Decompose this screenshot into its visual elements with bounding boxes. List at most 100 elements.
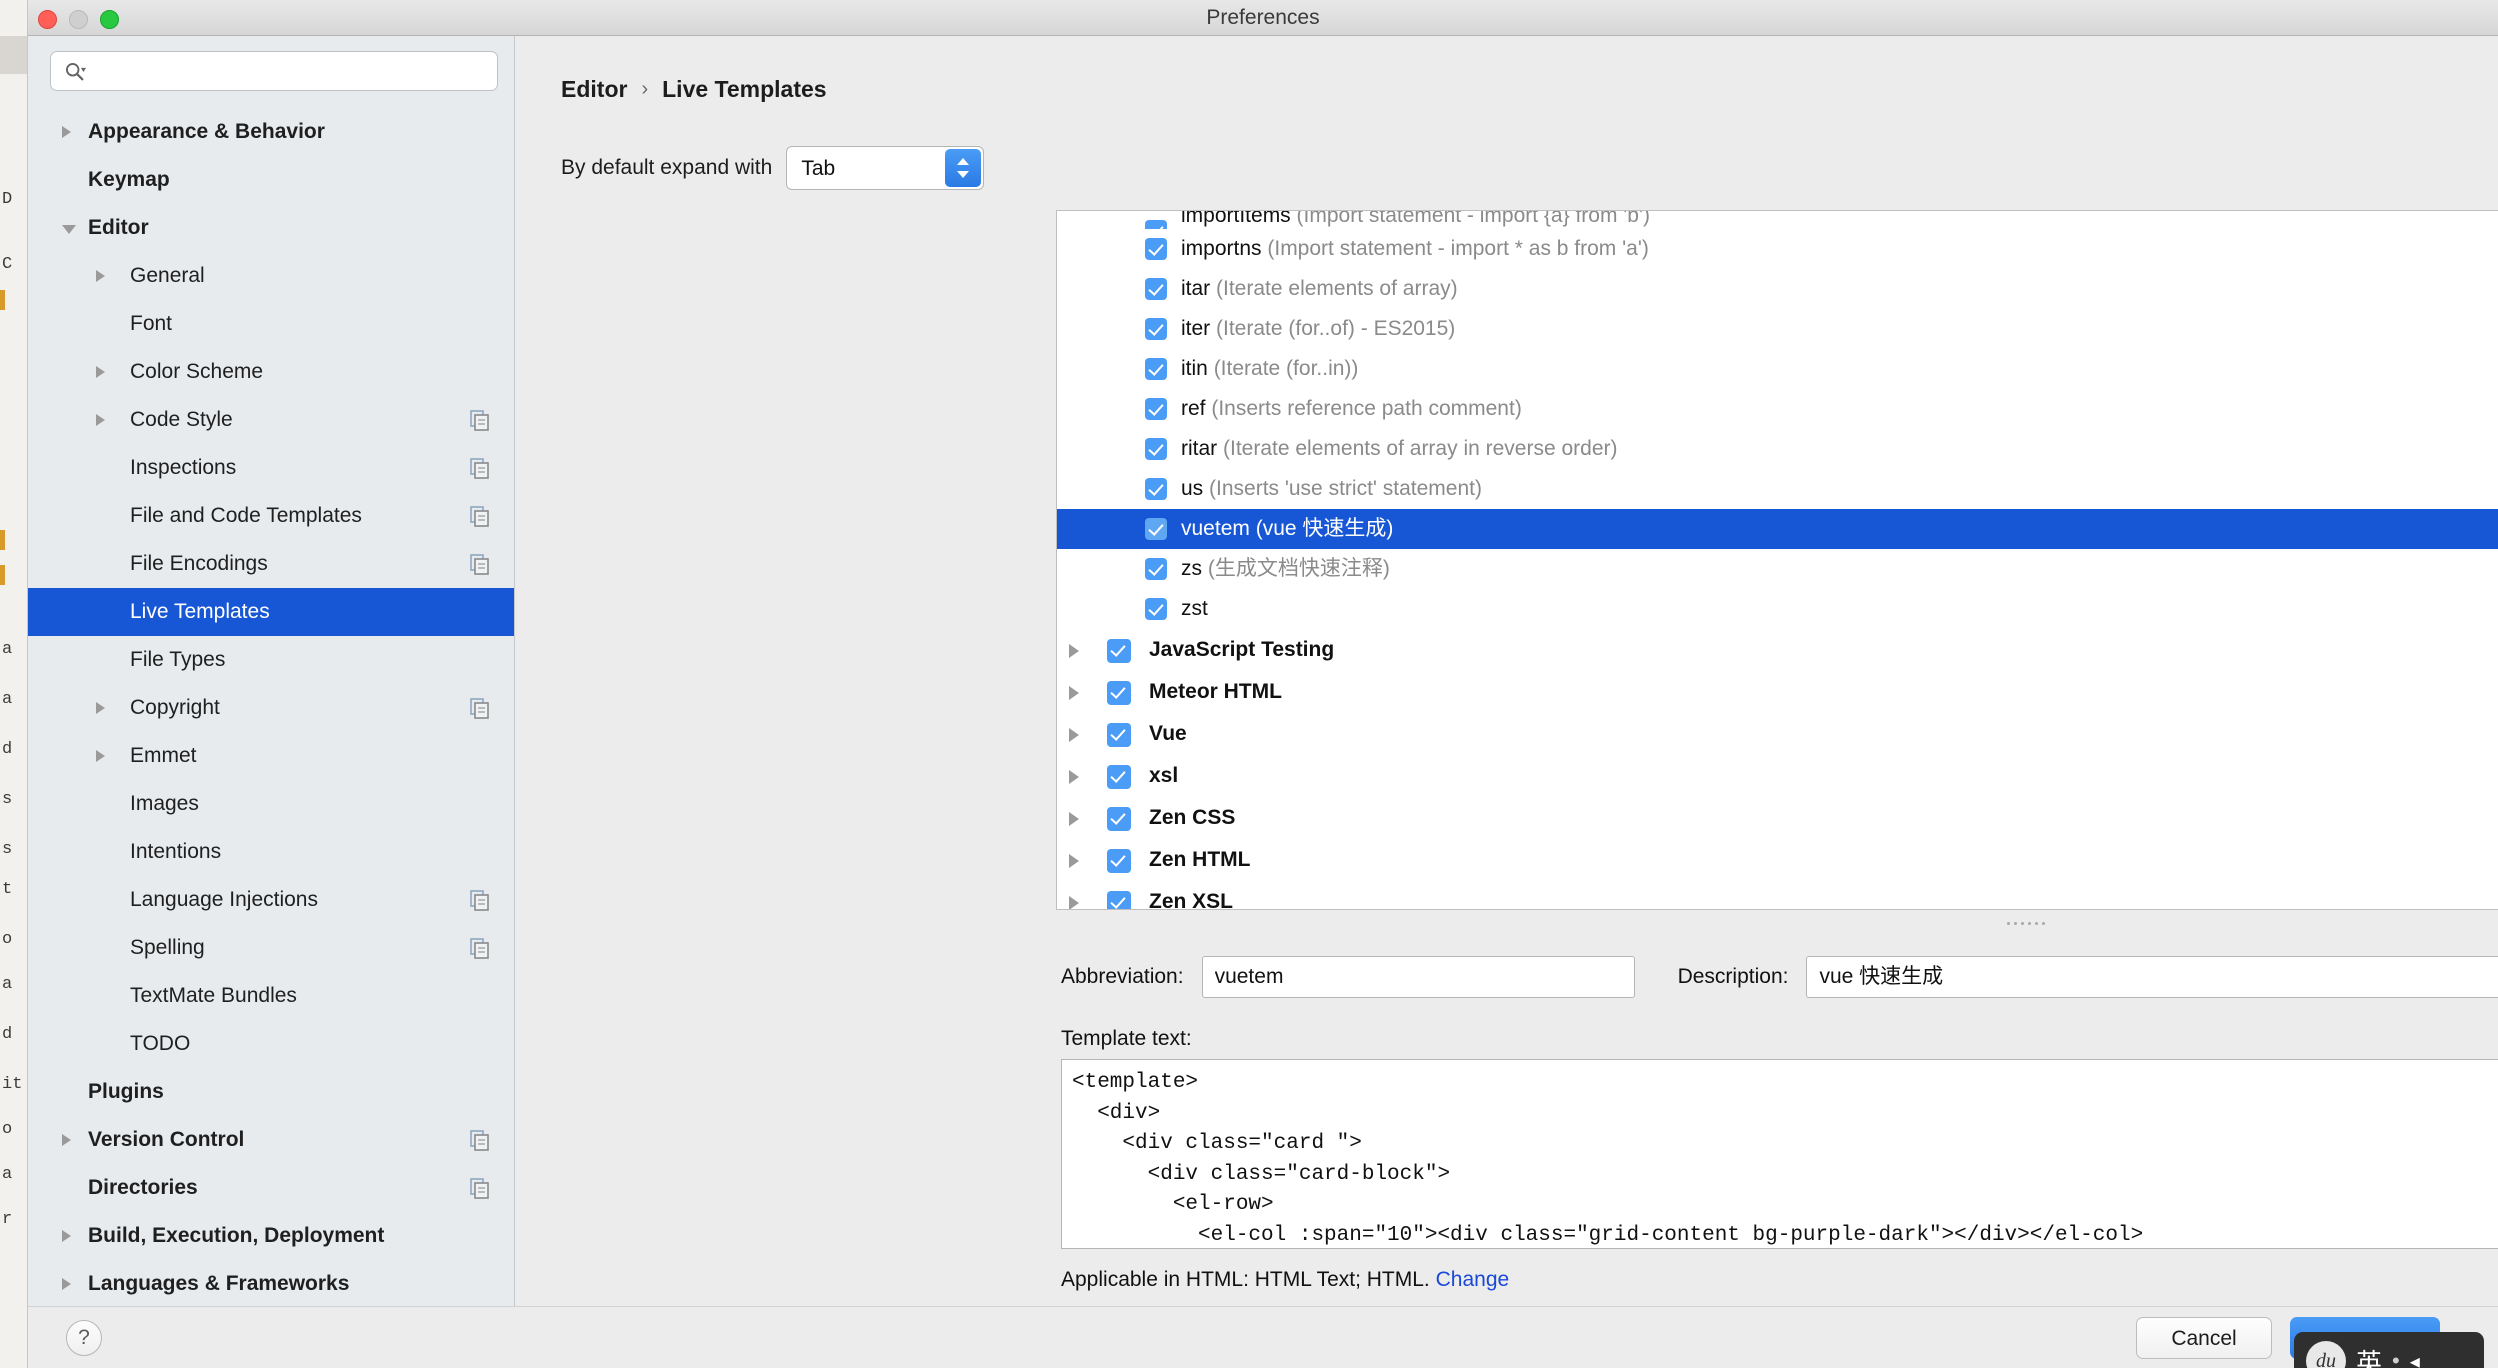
copy-settings-icon[interactable] xyxy=(470,938,490,959)
sidebar-item-color-scheme[interactable]: Color Scheme xyxy=(28,348,514,396)
search-box[interactable] xyxy=(50,51,498,91)
template-enabled-checkbox[interactable] xyxy=(1145,318,1167,340)
template-enabled-checkbox[interactable] xyxy=(1107,765,1131,789)
change-context-link[interactable]: Change xyxy=(1436,1268,1510,1291)
template-enabled-checkbox[interactable] xyxy=(1145,278,1167,300)
template-row[interactable]: importns (Import statement - import * as… xyxy=(1057,229,2498,269)
breadcrumb-root[interactable]: Editor xyxy=(561,76,627,103)
description-input[interactable] xyxy=(1806,956,2498,998)
chevron-right-icon[interactable] xyxy=(96,702,105,714)
chevron-right-icon[interactable] xyxy=(62,1230,71,1242)
search-input[interactable] xyxy=(95,52,489,90)
sidebar-item-spelling[interactable]: Spelling xyxy=(28,924,514,972)
template-group-row[interactable]: Zen XSL xyxy=(1057,881,2498,909)
expand-with-stepper-icon[interactable] xyxy=(945,149,982,187)
sidebar-item-textmate-bundles[interactable]: TextMate Bundles xyxy=(28,972,514,1020)
copy-settings-icon[interactable] xyxy=(470,890,490,911)
copy-settings-icon[interactable] xyxy=(470,506,490,527)
sidebar-item-file-types[interactable]: File Types xyxy=(28,636,514,684)
copy-settings-icon[interactable] xyxy=(470,554,490,575)
template-row[interactable]: itin (Iterate (for..in)) xyxy=(1057,349,2498,389)
template-enabled-checkbox[interactable] xyxy=(1145,478,1167,500)
sidebar-item-code-style[interactable]: Code Style xyxy=(28,396,514,444)
chevron-right-icon[interactable] xyxy=(1069,812,1079,826)
template-group-row[interactable]: xsl xyxy=(1057,755,2498,797)
template-enabled-checkbox[interactable] xyxy=(1107,723,1131,747)
sidebar-item-languages-frameworks[interactable]: Languages & Frameworks xyxy=(28,1260,514,1306)
template-row[interactable]: itar (Iterate elements of array) xyxy=(1057,269,2498,309)
copy-settings-icon[interactable] xyxy=(470,698,490,719)
chevron-right-icon[interactable] xyxy=(62,1134,71,1146)
live-templates-list[interactable]: importItems (Import statement - import {… xyxy=(1056,210,2498,910)
ime-mode-label[interactable]: 英 xyxy=(2356,1343,2382,1368)
template-enabled-checkbox[interactable] xyxy=(1145,438,1167,460)
chevron-right-icon[interactable] xyxy=(1069,728,1079,742)
template-enabled-checkbox[interactable] xyxy=(1145,220,1167,229)
copy-settings-icon[interactable] xyxy=(470,458,490,479)
template-row[interactable]: ref (Inserts reference path comment) xyxy=(1057,389,2498,429)
help-button[interactable]: ? xyxy=(66,1320,102,1356)
sidebar-item-language-injections[interactable]: Language Injections xyxy=(28,876,514,924)
template-enabled-checkbox[interactable] xyxy=(1145,398,1167,420)
sidebar-item-font[interactable]: Font xyxy=(28,300,514,348)
template-enabled-checkbox[interactable] xyxy=(1145,558,1167,580)
sidebar-item-copyright[interactable]: Copyright xyxy=(28,684,514,732)
sidebar-item-images[interactable]: Images xyxy=(28,780,514,828)
sidebar-item-keymap[interactable]: Keymap xyxy=(28,156,514,204)
sidebar-item-version-control[interactable]: Version Control xyxy=(28,1116,514,1164)
template-row[interactable]: ritar (Iterate elements of array in reve… xyxy=(1057,429,2498,469)
template-enabled-checkbox[interactable] xyxy=(1107,807,1131,831)
sidebar-item-todo[interactable]: TODO xyxy=(28,1020,514,1068)
template-group-row[interactable]: Zen HTML xyxy=(1057,839,2498,881)
template-row[interactable]: importItems (Import statement - import {… xyxy=(1057,211,2498,229)
close-button[interactable] xyxy=(38,10,57,29)
cancel-button[interactable]: Cancel xyxy=(2136,1317,2272,1359)
template-row[interactable]: zs (生成文档快速注释) xyxy=(1057,549,2498,589)
expand-with-select[interactable]: Tab xyxy=(786,146,985,190)
chevron-down-icon[interactable] xyxy=(62,225,76,234)
sidebar-item-appearance-behavior[interactable]: Appearance & Behavior xyxy=(28,108,514,156)
sidebar-item-inspections[interactable]: Inspections xyxy=(28,444,514,492)
minimize-button[interactable] xyxy=(69,10,88,29)
sidebar-item-live-templates[interactable]: Live Templates xyxy=(28,588,514,636)
template-enabled-checkbox[interactable] xyxy=(1107,849,1131,873)
sidebar-item-file-encodings[interactable]: File Encodings xyxy=(28,540,514,588)
template-group-row[interactable]: Vue xyxy=(1057,713,2498,755)
chevron-right-icon[interactable] xyxy=(1069,770,1079,784)
template-group-row[interactable]: Meteor HTML xyxy=(1057,671,2498,713)
chevron-right-icon[interactable] xyxy=(96,414,105,426)
chevron-right-icon[interactable] xyxy=(1069,854,1079,868)
template-enabled-checkbox[interactable] xyxy=(1107,681,1131,705)
sidebar-item-editor[interactable]: Editor xyxy=(28,204,514,252)
template-group-row[interactable]: JavaScript Testing xyxy=(1057,629,2498,671)
template-row[interactable]: us (Inserts 'use strict' statement) xyxy=(1057,469,2498,509)
sidebar-item-emmet[interactable]: Emmet xyxy=(28,732,514,780)
template-row[interactable]: iter (Iterate (for..of) - ES2015) xyxy=(1057,309,2498,349)
zoom-button[interactable] xyxy=(100,10,119,29)
sidebar-item-build-execution-deployment[interactable]: Build, Execution, Deployment xyxy=(28,1212,514,1260)
ime-punctuation-icon[interactable]: • xyxy=(2392,1348,2400,1368)
chevron-right-icon[interactable] xyxy=(62,126,71,138)
template-enabled-checkbox[interactable] xyxy=(1145,238,1167,260)
template-enabled-checkbox[interactable] xyxy=(1107,891,1131,909)
chevron-right-icon[interactable] xyxy=(96,366,105,378)
template-enabled-checkbox[interactable] xyxy=(1107,639,1131,663)
chevron-right-icon[interactable] xyxy=(96,270,105,282)
copy-settings-icon[interactable] xyxy=(470,1130,490,1151)
template-row[interactable]: vuetem (vue 快速生成) xyxy=(1057,509,2498,549)
template-enabled-checkbox[interactable] xyxy=(1145,598,1167,620)
chevron-right-icon[interactable] xyxy=(1069,896,1079,909)
chevron-right-icon[interactable] xyxy=(62,1278,71,1290)
chevron-right-icon[interactable] xyxy=(96,750,105,762)
panel-splitter-handle[interactable] xyxy=(1996,918,2056,928)
template-text-editor[interactable]: <template> <div> <div class="card "> <di… xyxy=(1061,1059,2498,1249)
sidebar-item-file-and-code-templates[interactable]: File and Code Templates xyxy=(28,492,514,540)
template-enabled-checkbox[interactable] xyxy=(1145,518,1167,540)
chevron-right-icon[interactable] xyxy=(1069,644,1079,658)
template-group-row[interactable]: Zen CSS xyxy=(1057,797,2498,839)
template-enabled-checkbox[interactable] xyxy=(1145,358,1167,380)
abbreviation-input[interactable] xyxy=(1201,956,1635,998)
copy-settings-icon[interactable] xyxy=(470,1178,490,1199)
sidebar-item-intentions[interactable]: Intentions xyxy=(28,828,514,876)
ime-voice-icon[interactable]: ◂ xyxy=(2410,1349,2420,1368)
